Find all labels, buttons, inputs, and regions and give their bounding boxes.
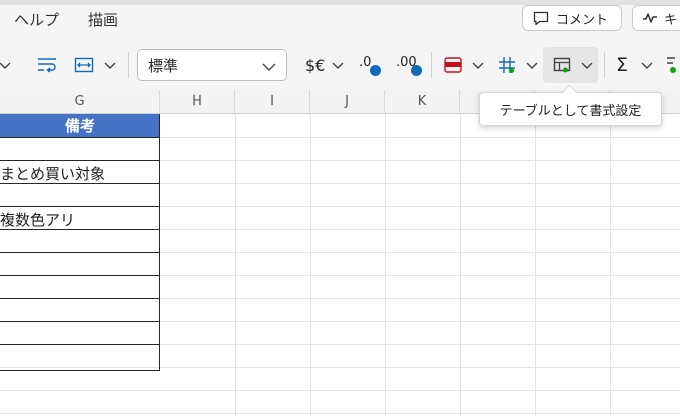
sum-icon: Σ (616, 54, 629, 76)
chevron-down-icon (472, 62, 484, 69)
chevron-down-icon (641, 62, 653, 69)
currency-icon: $€ (305, 55, 326, 75)
grid-line (0, 413, 680, 414)
table-cell[interactable]: まとめ買い対象 (0, 163, 105, 184)
currency-format-button[interactable]: $€ (305, 52, 345, 78)
toolbar-separator (431, 52, 432, 78)
sort-filter-button[interactable] (664, 52, 680, 78)
arrow-left-icon (370, 65, 381, 76)
column-header-j[interactable]: J (310, 90, 385, 114)
column-header-h[interactable]: H (160, 90, 235, 114)
borders-button[interactable] (497, 52, 539, 78)
chevron-down-icon (332, 62, 344, 69)
chevron-down-icon (0, 62, 11, 69)
column-header-i[interactable]: I (235, 90, 310, 114)
catchup-button-label: キ (664, 12, 678, 28)
menu-draw[interactable]: 描画 (88, 9, 118, 30)
format-as-table-tooltip: テーブルとして書式設定 (479, 84, 662, 126)
table-border (0, 298, 160, 299)
merge-cells-icon (74, 57, 94, 73)
chevron-down-icon (526, 62, 538, 69)
comment-button-label: コメント (556, 12, 609, 28)
toolbar-separator (604, 52, 605, 78)
catchup-button[interactable]: キ (632, 5, 680, 31)
activity-icon (642, 11, 660, 25)
tooltip-text: テーブルとして書式設定 (499, 103, 642, 119)
wrap-text-icon (38, 58, 56, 73)
table-border (0, 206, 160, 207)
decrease-decimal-button[interactable]: .0 (357, 52, 383, 78)
comment-button[interactable]: コメント (522, 5, 622, 31)
autosum-button[interactable]: Σ (616, 52, 654, 78)
merge-center-button[interactable] (73, 52, 117, 78)
table-border (0, 321, 160, 322)
conditional-format-icon (444, 57, 462, 73)
column-header-g[interactable]: G (0, 90, 160, 114)
format-as-table-button[interactable] (552, 52, 594, 78)
table-cell[interactable]: 複数色アリ (0, 209, 75, 230)
menu-bar: ヘルプ 描画 コメント キ (0, 0, 680, 40)
comment-icon (532, 9, 552, 27)
ribbon-toolbar: 標準 $€ .0 .00 Σ (0, 40, 680, 90)
chevron-down-icon (581, 62, 593, 69)
number-format-value: 標準 (148, 56, 179, 75)
table-border (0, 344, 160, 345)
conditional-formatting-button[interactable] (443, 52, 485, 78)
table-header-cell[interactable]: 備考 (0, 114, 160, 137)
table-border (0, 370, 160, 371)
format-table-icon (553, 57, 571, 73)
number-format-select[interactable]: 標準 (137, 49, 287, 81)
table-border (0, 275, 160, 276)
toolbar-separator (128, 52, 129, 78)
arrow-right-icon (411, 65, 422, 76)
wrap-text-button[interactable] (36, 52, 58, 78)
table-border (0, 252, 160, 253)
chevron-down-icon (104, 62, 116, 69)
grid-line (0, 367, 680, 368)
table-border (0, 137, 160, 138)
sort-icon (667, 57, 676, 73)
chevron-down-icon (262, 63, 276, 71)
table-border (0, 160, 160, 161)
increase-decimal-button[interactable]: .00 (394, 52, 424, 78)
menu-help[interactable]: ヘルプ (14, 9, 59, 30)
grid-line (0, 390, 680, 391)
prev-dropdown[interactable] (0, 52, 24, 78)
table-border (159, 114, 160, 371)
column-header-k[interactable]: K (385, 90, 460, 114)
borders-icon (499, 57, 515, 73)
